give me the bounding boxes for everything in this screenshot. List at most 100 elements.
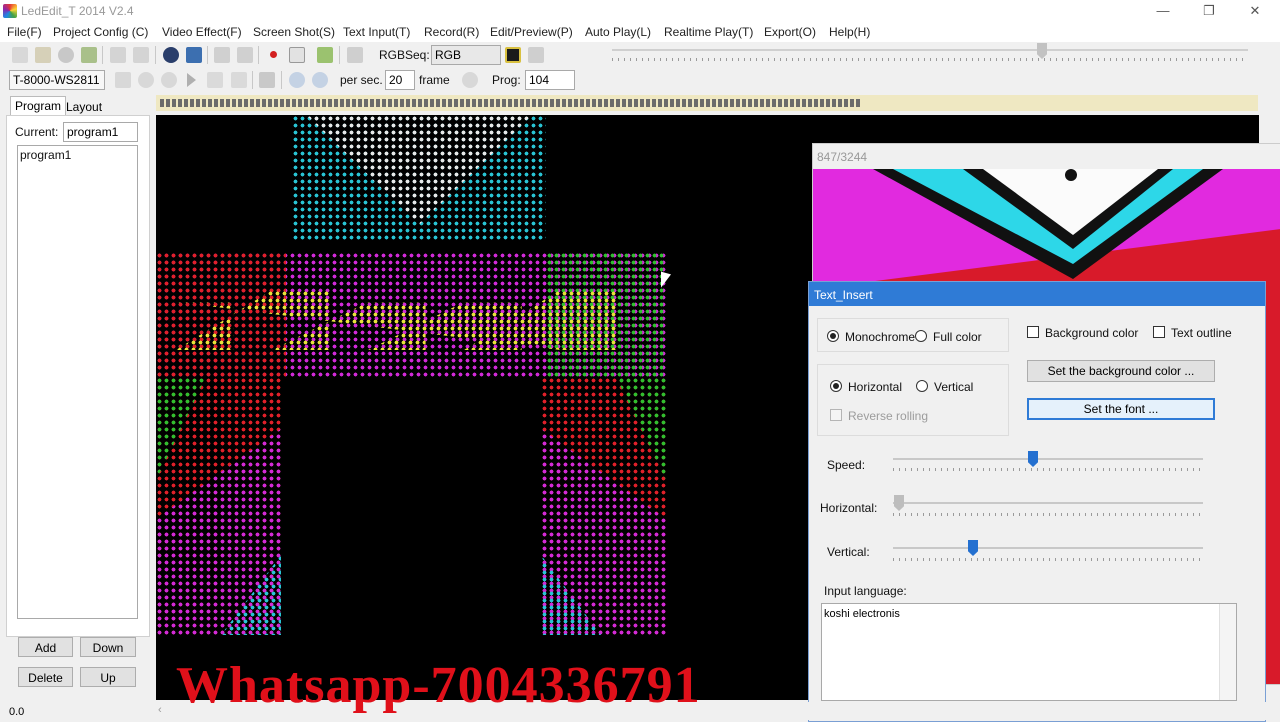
title-bar: LedEdit_T 2014 V2.4 — ❐ ✕ <box>0 0 1280 22</box>
settings-icon[interactable] <box>528 47 544 63</box>
toolbar-separator <box>102 46 103 64</box>
preview-progress-fill <box>160 99 860 107</box>
menu-video-effect[interactable]: Video Effect(F) <box>162 25 242 39</box>
edit-icon[interactable] <box>347 47 363 63</box>
color-picker-icon[interactable] <box>505 47 521 63</box>
toolbar-separator <box>258 46 259 64</box>
horizontal-slider-track[interactable] <box>893 502 1203 504</box>
full-color-radio[interactable] <box>915 330 927 342</box>
text-outline-label: Text outline <box>1171 326 1232 340</box>
open-folder-icon[interactable] <box>35 47 51 63</box>
delete-button[interactable]: Delete <box>18 667 73 687</box>
refresh-icon[interactable] <box>462 72 478 88</box>
vertical-radio-label: Vertical <box>934 380 974 394</box>
next-frame-icon[interactable] <box>231 72 247 88</box>
copy-icon[interactable] <box>110 47 126 63</box>
text-input-scrollbar[interactable] <box>1219 604 1236 700</box>
watermark-text: Whatsapp-7004336791 <box>176 657 701 714</box>
minimize-button[interactable]: — <box>1140 0 1186 22</box>
text-input-area[interactable]: koshi electronis <box>821 603 1237 701</box>
speed-slider-track[interactable] <box>893 458 1203 460</box>
tab-program[interactable]: Program <box>10 96 67 115</box>
zoom-in-icon[interactable] <box>289 72 305 88</box>
per-sec-input[interactable]: 20 <box>385 70 415 90</box>
rgbseq-label: RGBSeq: <box>379 48 430 62</box>
rgbseq-select[interactable]: RGB <box>431 45 501 65</box>
horizontal-slider-ticks <box>893 513 1203 516</box>
menu-project-config[interactable]: Project Config (C) <box>53 25 148 39</box>
restore-button[interactable]: ❐ <box>1186 0 1232 22</box>
text-outline-checkbox[interactable] <box>1153 326 1165 338</box>
save-icon[interactable] <box>81 47 97 63</box>
vertical-radio[interactable] <box>916 380 928 392</box>
record-icon[interactable] <box>270 51 277 58</box>
up-button[interactable]: Up <box>80 667 136 687</box>
set-background-color-button[interactable]: Set the background color ... <box>1027 360 1215 382</box>
dialog-title: Text_Insert <box>814 288 873 302</box>
stop-icon[interactable] <box>138 72 154 88</box>
vertical-slider-ticks <box>893 558 1203 561</box>
menu-auto-play[interactable]: Auto Play(L) <box>585 25 651 39</box>
horizontal-slider-thumb[interactable] <box>894 495 904 511</box>
fullscreen-icon[interactable] <box>259 72 275 88</box>
per-sec-label: per sec. <box>340 73 383 87</box>
reverse-rolling-checkbox[interactable] <box>830 409 842 421</box>
frame-counter: 847/3244 <box>817 150 868 164</box>
app-logo-icon <box>3 4 17 18</box>
vertical-slider-label: Vertical: <box>827 545 870 559</box>
disc-icon[interactable] <box>58 47 74 63</box>
previous-frame-icon[interactable] <box>207 72 223 88</box>
monochrome-radio[interactable] <box>827 330 839 342</box>
down-button[interactable]: Down <box>80 637 136 657</box>
image-icon[interactable] <box>214 47 230 63</box>
menu-realtime-play[interactable]: Realtime Play(T) <box>664 25 753 39</box>
status-value: 0.0 <box>9 706 25 718</box>
add-button[interactable]: Add <box>18 637 73 657</box>
stop-record-icon[interactable] <box>289 47 305 63</box>
horizontal-slider-label: Horizontal: <box>820 501 878 515</box>
frame-label: frame <box>419 73 450 87</box>
tab-layout[interactable]: Layout <box>62 98 106 116</box>
paste-icon[interactable] <box>133 47 149 63</box>
background-color-checkbox[interactable] <box>1027 326 1039 338</box>
scroll-left-arrow-icon[interactable]: ‹ <box>158 704 162 716</box>
toolbar-separator <box>207 46 208 64</box>
monochrome-label: Monochrome <box>845 330 916 344</box>
speed-slider-thumb[interactable] <box>1028 451 1038 467</box>
horizontal-radio[interactable] <box>830 380 842 392</box>
new-file-icon[interactable] <box>12 47 28 63</box>
close-button[interactable]: ✕ <box>1232 0 1278 22</box>
menu-help[interactable]: Help(H) <box>829 25 870 39</box>
play-icon[interactable] <box>187 73 196 87</box>
screen-icon[interactable] <box>186 47 202 63</box>
set-font-button[interactable]: Set the font ... <box>1027 398 1215 420</box>
reverse-rolling-label: Reverse rolling <box>848 409 929 423</box>
speed-slider-ticks <box>893 468 1203 471</box>
toolbar-separator <box>155 46 156 64</box>
menu-file[interactable]: File(F) <box>7 25 42 39</box>
vertical-slider-track[interactable] <box>893 547 1203 549</box>
full-color-label: Full color <box>933 330 982 344</box>
program-list-item[interactable]: program1 <box>20 148 71 162</box>
menu-edit-preview[interactable]: Edit/Preview(P) <box>490 25 573 39</box>
current-program-field[interactable]: program1 <box>63 122 138 142</box>
toolbar-separator <box>252 71 253 89</box>
video-icon[interactable] <box>237 47 253 63</box>
program-list[interactable] <box>17 145 138 619</box>
current-label: Current: <box>15 125 59 139</box>
menu-screen-shot[interactable]: Screen Shot(S) <box>253 25 335 39</box>
first-frame-icon[interactable] <box>115 72 131 88</box>
menu-export[interactable]: Export(O) <box>764 25 816 39</box>
vertical-slider-thumb[interactable] <box>968 540 978 556</box>
menu-record[interactable]: Record(R) <box>424 25 479 39</box>
add-item-icon[interactable] <box>317 47 333 63</box>
effect-icon[interactable] <box>163 47 179 63</box>
mouse-cursor-icon <box>661 271 671 291</box>
zoom-out-icon[interactable] <box>312 72 328 88</box>
controller-select[interactable]: T-8000-WS2811 <box>9 70 105 90</box>
menu-text-input[interactable]: Text Input(T) <box>343 25 410 39</box>
pause-icon[interactable] <box>161 72 177 88</box>
prog-input[interactable]: 104 <box>525 70 575 90</box>
window-title: LedEdit_T 2014 V2.4 <box>21 4 134 18</box>
timeline-slider-track[interactable] <box>612 49 1248 51</box>
